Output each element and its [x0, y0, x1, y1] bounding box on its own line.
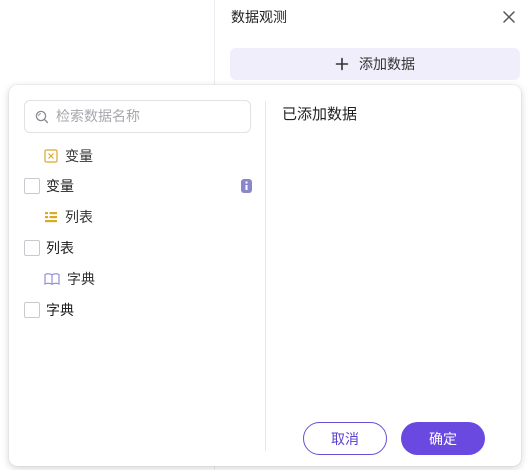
dictionary-icon [44, 273, 60, 286]
search-input[interactable] [56, 108, 250, 125]
added-data-pane: 已添加数据 取消 确定 [266, 85, 521, 466]
panel-title: 数据观测 [231, 10, 287, 26]
list-icon [45, 212, 57, 223]
info-icon[interactable] [241, 179, 252, 193]
checkbox[interactable] [24, 178, 40, 194]
data-list-pane: 变量 变量 列表 列表 [9, 85, 265, 466]
checkbox[interactable] [24, 302, 40, 318]
group-header-variable: 变量 [44, 145, 93, 167]
list-item-dictionary[interactable]: 字典 [24, 299, 252, 321]
group-label: 列表 [65, 210, 93, 226]
list-item-variable[interactable]: 变量 [24, 175, 252, 197]
added-data-title: 已添加数据 [282, 105, 358, 123]
checkbox[interactable] [24, 240, 40, 256]
item-label: 字典 [46, 303, 74, 319]
add-data-button[interactable]: 添加数据 [230, 48, 520, 80]
item-label: 变量 [46, 179, 74, 195]
panel-header: 数据观测 [215, 0, 532, 34]
variable-icon [44, 149, 58, 163]
close-button[interactable] [500, 8, 518, 26]
group-header-list: 列表 [44, 206, 93, 228]
add-data-label: 添加数据 [359, 57, 415, 73]
close-icon [503, 11, 515, 23]
search-box[interactable] [24, 100, 251, 133]
data-picker-popover: 变量 变量 列表 列表 [9, 85, 521, 466]
group-label: 字典 [67, 272, 95, 288]
cancel-button[interactable]: 取消 [303, 422, 387, 455]
group-header-dictionary: 字典 [44, 268, 95, 290]
list-item-list[interactable]: 列表 [24, 237, 252, 259]
group-label: 变量 [65, 149, 93, 165]
search-icon [35, 110, 49, 123]
item-label: 列表 [46, 241, 74, 257]
plus-icon [335, 57, 349, 71]
confirm-button[interactable]: 确定 [401, 422, 485, 455]
